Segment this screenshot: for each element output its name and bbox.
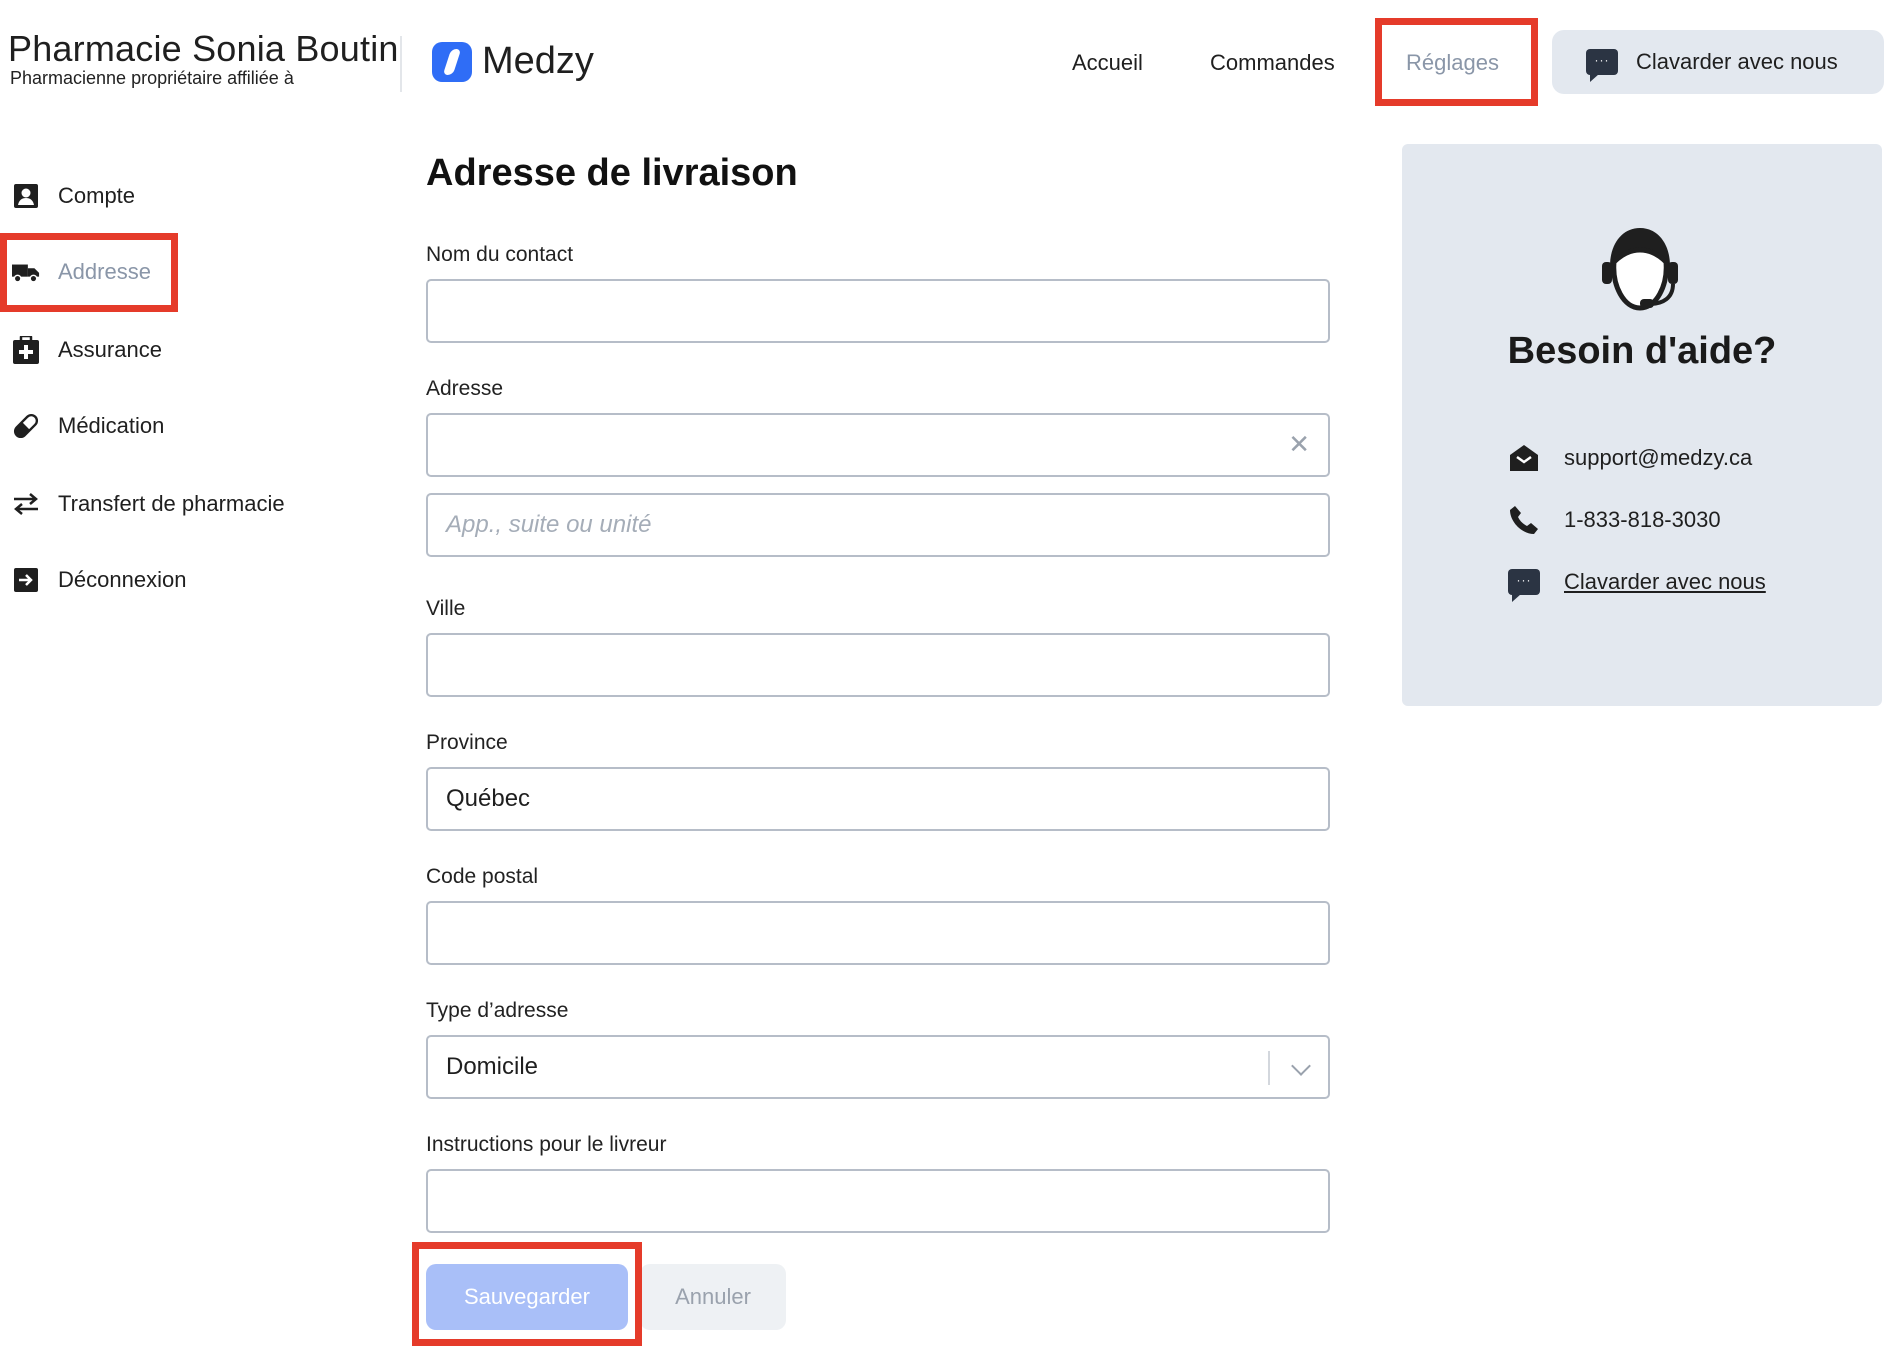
address-label: Adresse xyxy=(426,377,504,400)
email-icon xyxy=(1508,442,1540,474)
logout-icon xyxy=(12,566,40,594)
contact-name-input[interactable] xyxy=(426,279,1330,343)
support-chat[interactable]: ··· Clavarder avec nous xyxy=(1508,566,1766,602)
header-divider xyxy=(400,36,402,92)
support-agent-icon xyxy=(1596,222,1684,318)
chat-button[interactable]: ··· Clavarder avec nous xyxy=(1552,30,1884,94)
sidebar-item-deconnexion[interactable]: Déconnexion xyxy=(12,566,186,594)
transfer-arrows-icon xyxy=(12,490,40,518)
chat-link[interactable]: Clavarder avec nous xyxy=(1564,569,1766,595)
unit-input[interactable]: App., suite ou unité xyxy=(426,493,1330,557)
medical-bag-icon xyxy=(12,336,40,364)
sidebar-item-label: Transfert de pharmacie xyxy=(58,491,285,516)
app-name[interactable]: Medzy xyxy=(482,40,594,83)
province-input[interactable]: Québec xyxy=(426,767,1330,831)
select-separator xyxy=(1268,1051,1270,1085)
postal-code-label: Code postal xyxy=(426,865,539,888)
sidebar-item-label: Compte xyxy=(58,183,136,208)
sidebar-item-label: Déconnexion xyxy=(58,567,187,592)
support-phone-text: 1-833-818-3030 xyxy=(1564,507,1721,532)
page: Pharmacie Sonia Boutin Pharmacienne prop… xyxy=(0,0,1896,1356)
sidebar-item-compte[interactable]: Compte xyxy=(12,182,135,210)
sidebar-item-medication[interactable]: Médication xyxy=(12,412,164,440)
address-input[interactable]: ✕ xyxy=(426,413,1330,477)
city-input[interactable] xyxy=(426,633,1330,697)
cancel-button[interactable]: Annuler xyxy=(640,1264,786,1330)
help-card: Besoin d'aide? support@medzy.ca 1-833-81… xyxy=(1402,144,1882,706)
chat-button-label: Clavarder avec nous xyxy=(1636,49,1838,74)
help-title: Besoin d'aide? xyxy=(1507,330,1777,372)
instructions-label: Instructions pour le livreur xyxy=(426,1133,667,1156)
chevron-down-icon[interactable] xyxy=(1291,1056,1311,1076)
phone-icon xyxy=(1508,504,1540,536)
address-type-value: Domicile xyxy=(446,1053,539,1080)
city-label: Ville xyxy=(426,597,466,620)
chat-bubble-icon: ··· xyxy=(1586,49,1618,82)
sidebar-item-label: Assurance xyxy=(58,337,162,362)
sidebar-item-transfert[interactable]: Transfert de pharmacie xyxy=(12,490,285,518)
pharmacy-subtitle: Pharmacienne propriétaire affiliée à xyxy=(10,68,294,88)
medzy-logo-icon[interactable] xyxy=(432,42,472,82)
sidebar-item-assurance[interactable]: Assurance xyxy=(12,336,162,364)
address-type-select[interactable]: Domicile xyxy=(426,1035,1330,1099)
pharmacy-name: Pharmacie Sonia Boutin xyxy=(8,28,399,69)
sidebar-item-label: Médication xyxy=(58,413,165,438)
support-phone[interactable]: 1-833-818-3030 xyxy=(1508,504,1721,536)
support-email-text: support@medzy.ca xyxy=(1564,445,1753,470)
address-type-label: Type d’adresse xyxy=(426,999,569,1022)
pill-icon xyxy=(12,412,40,440)
province-label: Province xyxy=(426,731,508,754)
user-card-icon xyxy=(12,182,40,210)
support-email[interactable]: support@medzy.ca xyxy=(1508,442,1752,474)
clear-icon[interactable]: ✕ xyxy=(1288,429,1310,460)
nav-commandes[interactable]: Commandes xyxy=(1210,50,1335,76)
page-title: Adresse de livraison xyxy=(426,152,798,194)
highlight-box-addresse xyxy=(0,233,178,312)
highlight-box-save xyxy=(412,1242,642,1346)
nav-accueil[interactable]: Accueil xyxy=(1072,50,1143,76)
contact-label: Nom du contact xyxy=(426,243,574,266)
postal-code-input[interactable] xyxy=(426,901,1330,965)
chat-bubble-icon: ··· xyxy=(1508,566,1540,602)
instructions-input[interactable] xyxy=(426,1169,1330,1233)
highlight-box-reglages xyxy=(1375,18,1538,106)
